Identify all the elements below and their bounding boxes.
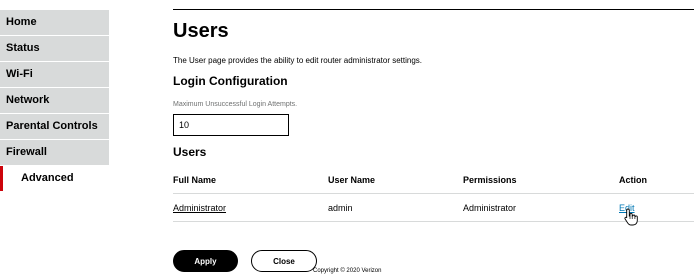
column-header-user-name: User Name xyxy=(328,175,376,185)
table-row: Administrator admin Administrator Edit xyxy=(173,194,694,226)
max-login-attempts-label: Maximum Unsuccessful Login Attempts. xyxy=(173,101,298,108)
top-divider xyxy=(173,9,694,10)
page-description: The User page provides the ability to ed… xyxy=(173,56,423,65)
footer-copyright: Copyright © 2020 Verizon xyxy=(313,268,382,274)
user-permissions-cell: Administrator xyxy=(463,203,517,213)
sidebar-item-label: Wi-Fi xyxy=(6,68,33,80)
sidebar-item-wifi[interactable]: Wi-Fi xyxy=(0,62,109,87)
column-header-permissions: Permissions xyxy=(463,175,517,185)
sidebar-item-parental-controls[interactable]: Parental Controls xyxy=(0,114,109,139)
sidebar-item-home[interactable]: Home xyxy=(0,10,109,35)
sidebar-item-label: Parental Controls xyxy=(6,120,98,132)
user-full-name-link[interactable]: Administrator xyxy=(173,203,226,213)
table-header-row: Full Name User Name Permissions Action xyxy=(173,171,694,194)
main-content: Users The User page provides the ability… xyxy=(173,0,694,278)
sidebar-item-advanced[interactable]: Advanced xyxy=(0,166,109,191)
sidebar-item-label: Network xyxy=(6,94,50,106)
max-login-attempts-input[interactable] xyxy=(173,114,289,136)
sidebar-item-label: Status xyxy=(6,42,40,54)
sidebar-item-network[interactable]: Network xyxy=(0,88,109,113)
sidebar-item-firewall[interactable]: Firewall xyxy=(0,140,109,165)
page-title: Users xyxy=(173,20,229,42)
sidebar-item-label: Home xyxy=(6,16,37,28)
close-button[interactable]: Close xyxy=(251,250,317,272)
sidebar-nav: Home Status Wi-Fi Network Parental Contr… xyxy=(0,10,109,192)
sidebar-item-label: Firewall xyxy=(6,146,47,158)
column-header-action: Action xyxy=(619,175,647,185)
hand-pointer-cursor-icon xyxy=(624,208,638,226)
login-configuration-heading: Login Configuration xyxy=(173,74,288,88)
apply-button[interactable]: Apply xyxy=(173,250,238,272)
column-header-full-name: Full Name xyxy=(173,175,217,185)
sidebar-item-label: Advanced xyxy=(21,172,74,184)
users-table: Full Name User Name Permissions Action A… xyxy=(173,171,694,226)
sidebar-item-status[interactable]: Status xyxy=(0,36,109,61)
users-heading: Users xyxy=(173,145,207,159)
user-name-cell: admin xyxy=(328,203,353,213)
